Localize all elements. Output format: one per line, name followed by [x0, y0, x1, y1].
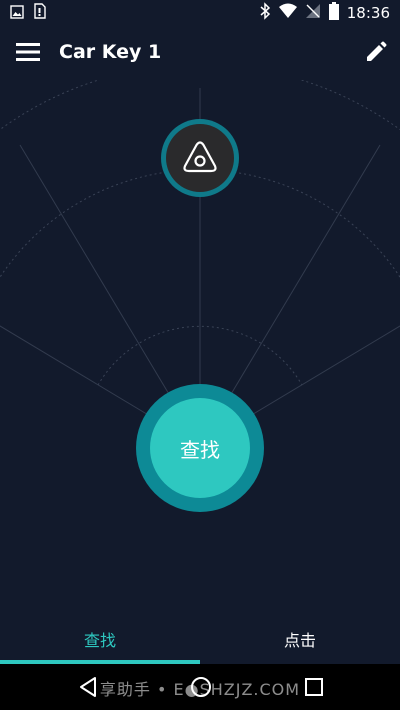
wifi-icon [278, 3, 297, 23]
home-icon [190, 677, 212, 702]
tab-find[interactable]: 查找 [0, 616, 200, 662]
tag-marker[interactable] [161, 119, 239, 197]
sim-card-icon [34, 3, 46, 23]
status-left-icons [10, 3, 46, 23]
edit-button[interactable] [362, 38, 390, 66]
home-button[interactable] [190, 676, 212, 698]
status-time: 18:36 [346, 4, 390, 22]
no-signal-icon [305, 3, 321, 23]
find-button[interactable]: 查找 [136, 384, 264, 512]
recent-apps-button[interactable] [304, 677, 324, 697]
battery-icon [328, 2, 339, 24]
back-icon [78, 677, 98, 702]
screen: 18:36 Car Key 1 查找 查找 点击 享助手 • E●SHZJZ.C… [0, 0, 400, 710]
recent-apps-icon [304, 678, 324, 701]
bluetooth-icon [259, 2, 271, 24]
page-title: Car Key 1 [59, 41, 162, 63]
menu-button[interactable] [14, 38, 42, 66]
system-nav-bar [0, 664, 400, 710]
tab-bar: 查找 点击 [0, 616, 400, 664]
image-icon [10, 4, 24, 23]
status-bar: 18:36 [0, 0, 400, 24]
back-button[interactable] [78, 676, 98, 698]
find-button-label: 查找 [180, 437, 220, 462]
tab-click[interactable]: 点击 [200, 616, 400, 662]
find-button-inner: 查找 [150, 398, 250, 498]
tag-triangle-icon [179, 137, 221, 179]
status-right-icons: 18:36 [259, 2, 390, 24]
menu-icon [14, 43, 42, 70]
pencil-icon [362, 41, 390, 70]
tag-marker-inner [166, 124, 234, 192]
app-bar: Car Key 1 [0, 24, 400, 80]
